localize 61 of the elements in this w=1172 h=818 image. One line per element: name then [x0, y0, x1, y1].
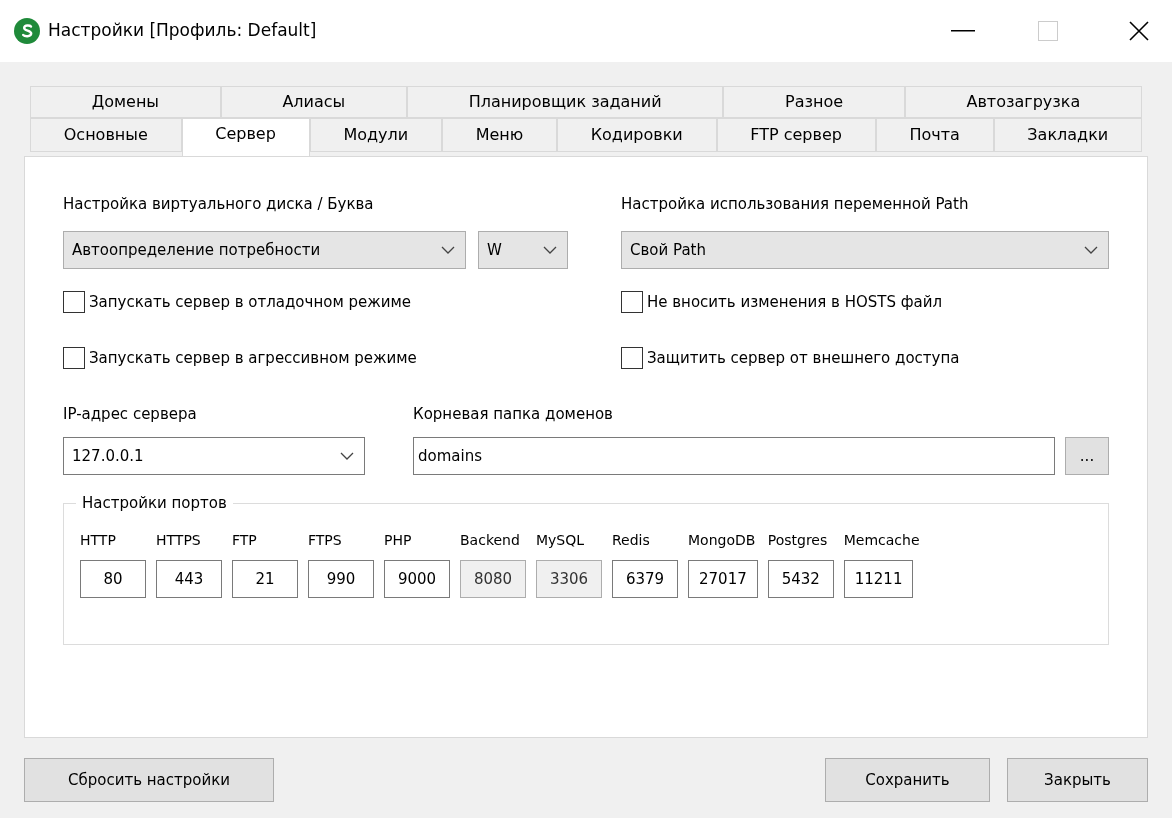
field-label: Корневая папка доменов — [413, 404, 614, 425]
port-label: FTP — [232, 531, 257, 550]
window-title: Настройки [Профиль: Default] — [48, 19, 317, 43]
checkbox[interactable] — [63, 291, 85, 313]
port-label: Redis — [612, 531, 650, 550]
chevron-down-icon — [441, 246, 455, 254]
dropdown[interactable]: W — [478, 231, 568, 269]
chevron-down-icon — [543, 246, 557, 254]
app-logo-icon — [14, 18, 40, 44]
port-input[interactable]: 443 — [156, 560, 222, 598]
tab[interactable]: Основные — [30, 118, 182, 152]
port-input[interactable]: 80 — [80, 560, 146, 598]
port-input[interactable]: 11211 — [843, 560, 914, 598]
dialog-button[interactable]: Закрыть — [1007, 758, 1148, 802]
port-label: HTTPS — [156, 531, 201, 550]
tab[interactable]: Модули — [309, 118, 442, 152]
port-label: MongoDB — [688, 531, 756, 550]
port-label: Memcache — [843, 531, 920, 550]
tab[interactable]: Меню — [441, 118, 557, 152]
port-input[interactable]: 6379 — [612, 560, 678, 598]
field-label: Настройка использования переменной Path — [621, 194, 970, 215]
dropdown[interactable]: 127.0.0.1 — [63, 437, 365, 475]
port-label: HTTP — [80, 531, 116, 550]
chevron-down-icon — [1084, 246, 1098, 254]
dialog-button[interactable]: Сбросить настройки — [24, 758, 274, 802]
tab[interactable]: Почта — [875, 118, 994, 152]
tab[interactable]: Алиасы — [220, 86, 407, 118]
port-label: FTPS — [308, 531, 342, 550]
port-label: MySQL — [536, 531, 585, 550]
port-label: PHP — [384, 531, 412, 550]
checkbox-label: Запускать сервер в агрессивном режиме — [89, 347, 417, 369]
tab[interactable]: Домены — [30, 86, 221, 118]
checkbox[interactable] — [63, 347, 85, 369]
field-label: IP-адрес сервера — [63, 404, 198, 425]
browse-button[interactable]: ... — [1065, 437, 1109, 475]
tab[interactable]: Сервер — [181, 118, 310, 156]
checkbox[interactable] — [621, 347, 643, 369]
dropdown[interactable]: Свой Path — [621, 231, 1109, 269]
port-label: Backend — [460, 531, 520, 550]
tab[interactable]: FTP сервер — [716, 118, 876, 152]
port-input[interactable]: 21 — [232, 560, 298, 598]
tab[interactable]: Автозагрузка — [904, 86, 1142, 118]
tab[interactable]: Разное — [723, 86, 905, 118]
port-input[interactable]: 9000 — [384, 560, 450, 598]
checkbox-label: Запускать сервер в отладочном режиме — [89, 291, 412, 313]
close-icon[interactable] — [1128, 20, 1150, 42]
field-label: Настройка виртуального диска / Буква — [63, 194, 375, 215]
port-input[interactable]: 990 — [308, 560, 374, 598]
tab[interactable]: Кодировки — [556, 118, 717, 152]
folder-input[interactable]: domains — [413, 437, 1055, 475]
port-input[interactable]: 5432 — [767, 560, 834, 598]
dropdown[interactable]: Автоопределение потребности — [63, 231, 466, 269]
checkbox-label: Не вносить изменения в HOSTS файл — [647, 291, 943, 313]
checkbox[interactable] — [621, 291, 643, 313]
chevron-down-icon — [340, 452, 354, 460]
port-input[interactable]: 27017 — [688, 560, 758, 598]
port-label: Postgres — [767, 531, 828, 550]
tab[interactable]: Планировщик заданий — [406, 86, 724, 118]
dialog-button[interactable]: Сохранить — [825, 758, 990, 802]
tab[interactable]: Закладки — [993, 118, 1142, 152]
checkbox-label: Защитить сервер от внешнего доступа — [647, 347, 960, 369]
